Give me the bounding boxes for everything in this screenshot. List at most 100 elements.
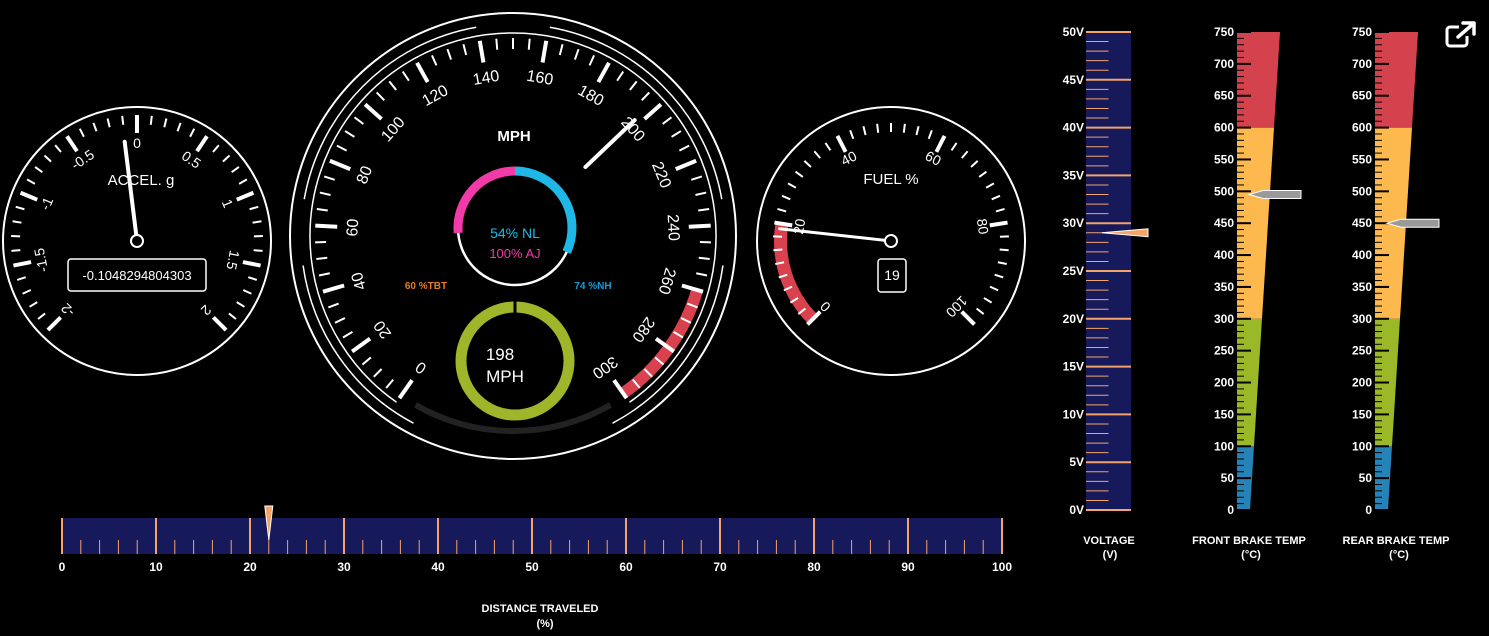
speed-tick	[363, 102, 383, 121]
fuel-needle-hub	[884, 234, 898, 248]
speed-tick	[431, 54, 438, 66]
front_brake-tick-label: 150	[1214, 407, 1234, 421]
front_brake-band	[1237, 32, 1280, 128]
accel-tick	[236, 301, 245, 308]
front_brake-tick-label: 400	[1214, 248, 1234, 262]
fuel-tick	[983, 297, 993, 304]
speed-tick	[373, 368, 383, 378]
speed-tick	[596, 61, 611, 84]
voltage-tick-label: 35V	[1063, 168, 1084, 182]
fuel-title: FUEL %	[863, 171, 918, 188]
voltage-tick-label: 0V	[1069, 503, 1084, 517]
front_brake-tick-label: 50	[1221, 471, 1235, 485]
voltage-tick-label: 10V	[1063, 407, 1084, 421]
accel-title: ACCEL. g	[108, 172, 175, 189]
speed-needle	[583, 118, 637, 170]
distance-tick-label: 30	[337, 560, 351, 574]
accel-tick	[249, 205, 259, 211]
speed-tick	[322, 283, 345, 294]
accel-tick	[247, 276, 258, 281]
rear_brake-tick-label: 650	[1352, 89, 1372, 103]
accel-tick	[54, 144, 62, 153]
speed-tick	[319, 191, 331, 196]
distance-unit: (%)	[536, 618, 553, 630]
speed-tick	[616, 70, 625, 82]
speed-tick-label: 300	[589, 352, 621, 381]
external-link-icon[interactable]	[1444, 20, 1478, 50]
front-brake-unit: (°C)	[1241, 549, 1261, 561]
speed-tick-label: 260	[655, 266, 679, 296]
fuel-ticks	[773, 123, 1009, 326]
speed-tick	[327, 302, 339, 309]
fuel-tick	[813, 150, 821, 159]
speed-outer-arc-segment	[303, 26, 477, 200]
fuel-tick	[975, 307, 985, 315]
accel-tick	[189, 128, 196, 138]
speed-tick	[316, 256, 328, 260]
fuel-tick	[777, 208, 787, 213]
fuel-tick	[970, 160, 979, 168]
speed-tick	[329, 158, 351, 171]
rear_brake-tick-label: 550	[1352, 152, 1372, 166]
front-brake-bands	[1237, 32, 1280, 510]
accel-tick	[228, 312, 237, 320]
distance-tick-label: 60	[619, 560, 633, 574]
fuel-tick	[835, 134, 848, 153]
distance-tick-labels: 0 10 20 30 40 50 60 70 80 90 100	[59, 560, 1013, 574]
speed-tick-label: 160	[525, 68, 554, 89]
fuel-gauge: 02040 6080100 FUEL % 19	[756, 106, 1026, 376]
speed-tick-label: 220	[648, 160, 674, 191]
accel-tick	[43, 154, 52, 163]
accel-tick	[12, 220, 22, 224]
accel-tick	[236, 190, 255, 202]
fuel-tick	[934, 134, 947, 153]
accel-tick	[238, 178, 248, 185]
fuel-tick	[787, 182, 797, 189]
speed-tick	[323, 175, 335, 181]
rear-brake-tick-labels: 0 50 100 150 200 250 300 350 400 450 500 550 600 650 7…	[1352, 25, 1372, 517]
front_brake-tick-label: 700	[1214, 57, 1234, 71]
speed-tick-label: 40	[349, 270, 370, 292]
accel-tick	[29, 301, 38, 308]
speed-tick	[375, 91, 386, 102]
fuel-tick	[985, 182, 995, 189]
front_brake-tick-label: 250	[1214, 344, 1234, 358]
accel-tick	[92, 122, 98, 132]
fuel-tick	[991, 194, 1001, 201]
speed-outer-arc-segment	[549, 26, 723, 200]
accel-tick	[15, 205, 25, 211]
speed-tick	[643, 102, 663, 121]
accel-tick	[37, 312, 46, 320]
fuel-tick-label: 80	[974, 218, 992, 236]
speed-tick-label: 140	[472, 68, 501, 89]
voltage-tick-label: 40V	[1063, 121, 1084, 135]
speed-tick	[401, 70, 410, 82]
distance-tick-label: 20	[243, 560, 257, 574]
voltage-tick-label: 25V	[1063, 264, 1084, 278]
speed-tick	[334, 317, 346, 324]
dashboard-canvas: -2-1.5-1-0.500.511.52 ACCEL. g -0.104829…	[2, 12, 1449, 630]
speed-tick-label: 60	[344, 218, 362, 237]
accel-tick	[149, 115, 153, 125]
accel-tick	[78, 128, 85, 138]
distance-tick-label: 70	[713, 560, 727, 574]
fuel-tick	[902, 123, 906, 133]
speed-tick	[342, 330, 353, 339]
voltage-tick-label: 30V	[1063, 216, 1084, 230]
accel-tick	[26, 178, 36, 185]
accel-tick-label: -0.5	[68, 146, 97, 173]
voltage-tick-label: 20V	[1063, 312, 1084, 326]
fuel-low-band	[774, 222, 818, 324]
front_brake-tick-label: 0	[1227, 503, 1234, 517]
fuel-tick	[995, 208, 1005, 213]
front-brake-gauge: 0 50 100 150 200 250 300 350 400 450 500 550 600 650 7…	[1192, 25, 1306, 561]
accel-tick-label: 2	[198, 302, 215, 319]
accel-tick	[65, 135, 79, 153]
front_brake-tick-label: 600	[1214, 121, 1234, 135]
front-brake-tick-labels: 0 50 100 150 200 250 300 350 400 450 500 550 600 650 7…	[1214, 25, 1234, 517]
rear_brake-tick-label: 700	[1352, 57, 1372, 71]
distance-tick-label: 100	[992, 560, 1012, 574]
accel-tick	[106, 118, 111, 128]
speed-tick	[344, 130, 355, 138]
speed-tick	[446, 48, 453, 60]
